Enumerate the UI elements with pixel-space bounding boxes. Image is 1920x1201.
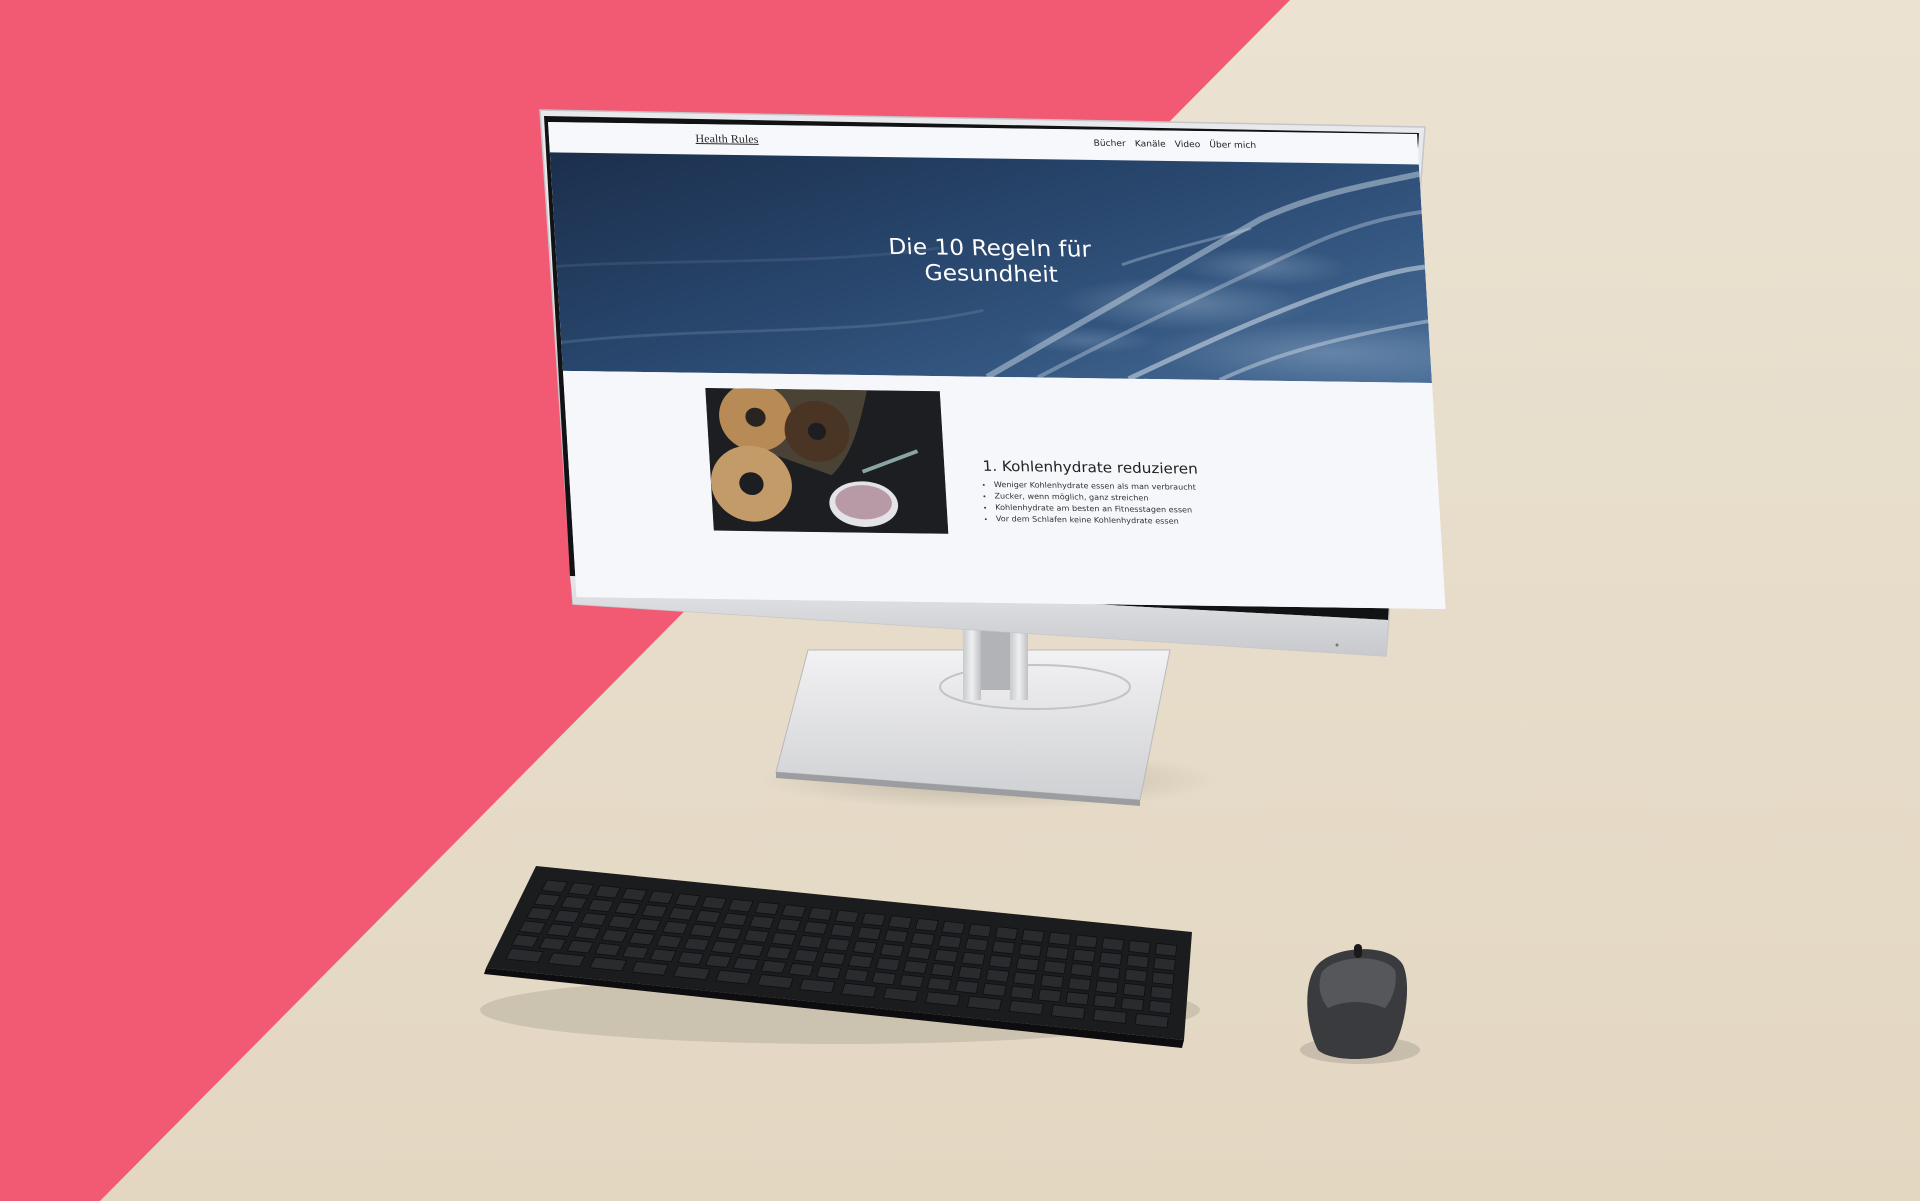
mouse-wheel[interactable] [1354,944,1362,958]
mockup-scene: Health Rules Bücher Kanäle Video Über mi… [0,0,1920,1201]
mouse [1300,944,1420,1064]
